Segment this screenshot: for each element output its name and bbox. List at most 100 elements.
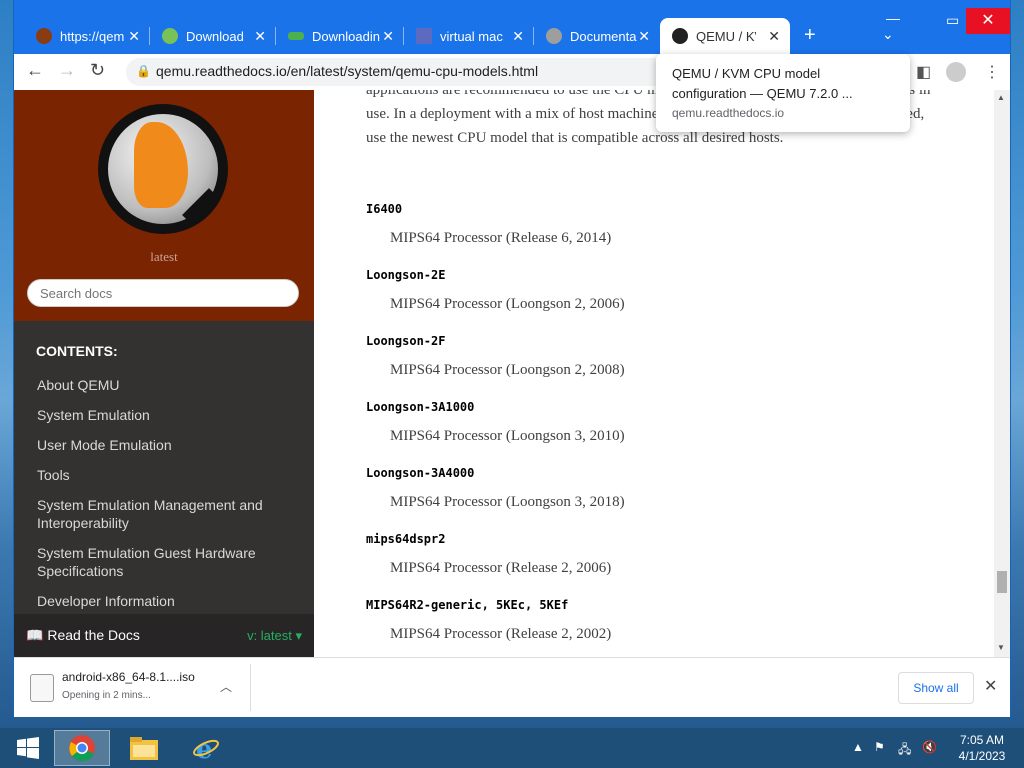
cpu-description: MIPS64 Processor (Release 2, 2002): [390, 626, 612, 642]
cpu-name: Loongson-3A1000: [366, 400, 475, 414]
toc-item-about[interactable]: About QEMU: [37, 370, 297, 400]
close-window-button[interactable]: ✕: [966, 8, 1010, 34]
cpu-entry: MIPS64R2-generic, 5KEc, 5KEf MIPS64 Proc…: [366, 598, 966, 643]
doc-content: applications are recommended to use the …: [314, 90, 994, 657]
close-tab-icon[interactable]: ✕: [512, 28, 524, 45]
close-tab-icon[interactable]: ✕: [638, 28, 650, 45]
cpu-entry: I6400 MIPS64 Processor (Release 6, 2014): [366, 202, 966, 247]
tab-2[interactable]: Download ✕: [150, 18, 276, 54]
cpu-description: MIPS64 Processor (Loongson 3, 2010): [390, 428, 625, 444]
minimize-button[interactable]: —: [886, 10, 900, 26]
new-tab-button[interactable]: +: [804, 24, 816, 47]
internet-explorer-taskbar-icon[interactable]: e: [178, 730, 234, 766]
browser-window: https://qem ✕ Download ✕ Downloadin ✕ vi…: [14, 0, 1010, 717]
read-the-docs-bar[interactable]: 📖 Read the Docs v: latest ▾: [14, 614, 314, 657]
tab-title: virtual mac: [440, 28, 503, 44]
tab-3[interactable]: Downloadin ✕: [276, 18, 404, 54]
cpu-name: mips64dspr2: [366, 532, 446, 546]
toc-item-system-emulation[interactable]: System Emulation: [37, 400, 297, 430]
toc-item-tools[interactable]: Tools: [37, 460, 297, 490]
cpu-entry: Loongson-3A1000 MIPS64 Processor (Loongs…: [366, 400, 966, 445]
cpu-entry: mips64dspr2 MIPS64 Processor (Release 2,…: [366, 532, 966, 577]
download-favicon-icon: [288, 32, 304, 40]
scrollbar-thumb[interactable]: [997, 571, 1007, 593]
volume-muted-icon[interactable]: 🔇: [922, 740, 937, 754]
scroll-down-arrow-icon[interactable]: ▼: [997, 643, 1005, 652]
tab-strip: https://qem ✕ Download ✕ Downloadin ✕ vi…: [14, 0, 1010, 54]
read-the-docs-label: 📖 Read the Docs: [26, 627, 140, 643]
close-tab-icon[interactable]: ✕: [768, 28, 780, 45]
clock-time: 7:05 AM: [959, 733, 1005, 747]
close-tab-icon[interactable]: ✕: [128, 28, 140, 45]
cpu-entry: Loongson-3A4000 MIPS64 Processor (Loongs…: [366, 466, 966, 511]
page-scrollbar[interactable]: ▲ ▼: [994, 90, 1010, 657]
cpu-name: MIPS64R2-generic, 5KEc, 5KEf: [366, 598, 569, 612]
cpu-entry: Loongson-2E MIPS64 Processor (Loongson 2…: [366, 268, 966, 313]
show-hidden-icons-icon[interactable]: ▲: [852, 740, 864, 754]
reload-icon[interactable]: ↻: [90, 60, 105, 81]
tooltip-title: QEMU / KVM CPU model configuration — QEM…: [672, 66, 853, 101]
docs-version: latest: [150, 249, 178, 264]
start-button[interactable]: [0, 730, 56, 766]
cpu-name: Loongson-3A4000: [366, 466, 475, 480]
network-icon[interactable]: 🖧: [898, 740, 911, 761]
close-download-shelf-icon[interactable]: ✕: [984, 676, 997, 696]
cpu-description: MIPS64 Processor (Release 6, 2014): [390, 230, 612, 246]
cpu-description: MIPS64 Processor (Loongson 3, 2018): [390, 494, 625, 510]
menu-kebab-icon[interactable]: ⋮: [984, 62, 1000, 82]
docs-sidebar: latest CONTENTS: About QEMU System Emula…: [14, 90, 314, 657]
download-filename[interactable]: android-x86_64-8.1....iso: [62, 670, 195, 684]
qemu-logo[interactable]: [98, 104, 228, 234]
chrome-taskbar-icon[interactable]: [54, 730, 110, 766]
file-icon: [30, 674, 54, 702]
svg-text:e: e: [196, 735, 213, 762]
tab-1[interactable]: https://qem ✕: [24, 18, 150, 54]
cpu-name: I6400: [366, 202, 403, 216]
show-all-button[interactable]: Show all: [898, 672, 974, 704]
tab-5[interactable]: Documenta ✕: [534, 18, 660, 54]
vm-favicon-icon: [416, 28, 432, 44]
tab-title: Documenta: [570, 28, 637, 44]
search-docs-input[interactable]: [27, 279, 299, 307]
system-clock[interactable]: 7:05 AM 4/1/2023: [952, 732, 1012, 764]
close-tab-icon[interactable]: ✕: [382, 28, 394, 45]
toc-list: About QEMU System Emulation User Mode Em…: [37, 370, 297, 616]
address-url: qemu.readthedocs.io/en/latest/system/qem…: [156, 63, 539, 79]
toc-item-user-mode[interactable]: User Mode Emulation: [37, 430, 297, 460]
toc-item-developer[interactable]: Developer Information: [37, 586, 297, 616]
close-tab-icon[interactable]: ✕: [254, 28, 266, 45]
tab-title: Downloadin: [312, 28, 380, 44]
cpu-name: Loongson-2E: [366, 268, 446, 282]
toc-item-management[interactable]: System Emulation Management and Interope…: [37, 490, 297, 538]
globe-favicon-icon: [546, 28, 562, 44]
tab-active-qemu[interactable]: QEMU / KVI ✕: [660, 18, 790, 54]
chevron-up-icon[interactable]: ︿: [220, 678, 232, 695]
tab-4[interactable]: virtual mac ✕: [404, 18, 534, 54]
action-center-flag-icon[interactable]: ⚑: [874, 740, 885, 754]
tab-title: https://qem: [60, 28, 125, 44]
toc-item-guest-hardware[interactable]: System Emulation Guest Hardware Specific…: [37, 538, 297, 586]
tab-hover-tooltip: QEMU / KVM CPU model configuration — QEM…: [656, 54, 910, 132]
lock-icon: 🔒: [136, 64, 151, 78]
contents-heading: CONTENTS:: [36, 343, 118, 359]
maximize-button[interactable]: ▭: [946, 12, 959, 29]
rtd-version-selector[interactable]: v: latest ▾: [247, 628, 302, 644]
cpu-description: MIPS64 Processor (Loongson 2, 2006): [390, 296, 625, 312]
cpu-name: Loongson-2F: [366, 334, 446, 348]
download-shelf: android-x86_64-8.1....iso Opening in 2 m…: [14, 657, 1010, 717]
side-panel-icon[interactable]: ◧: [916, 62, 931, 82]
book-icon: 📖: [26, 627, 48, 643]
file-explorer-taskbar-icon[interactable]: [116, 730, 172, 766]
cpu-description: MIPS64 Processor (Loongson 2, 2008): [390, 362, 625, 378]
download-status: Opening in 2 mins...: [62, 690, 151, 701]
qemu-favicon-icon: [36, 28, 52, 44]
scroll-up-arrow-icon[interactable]: ▲: [997, 93, 1005, 102]
qemu-favicon-icon: [672, 28, 688, 44]
profile-avatar-icon[interactable]: [946, 62, 966, 82]
divider: [250, 664, 251, 711]
forward-arrow-icon[interactable]: →: [58, 60, 76, 81]
cpu-entry: Loongson-2F MIPS64 Processor (Loongson 2…: [366, 334, 966, 379]
tab-search-chevron-icon[interactable]: ⌄: [882, 26, 894, 43]
back-arrow-icon[interactable]: ←: [26, 60, 44, 81]
clock-date: 4/1/2023: [958, 749, 1006, 763]
